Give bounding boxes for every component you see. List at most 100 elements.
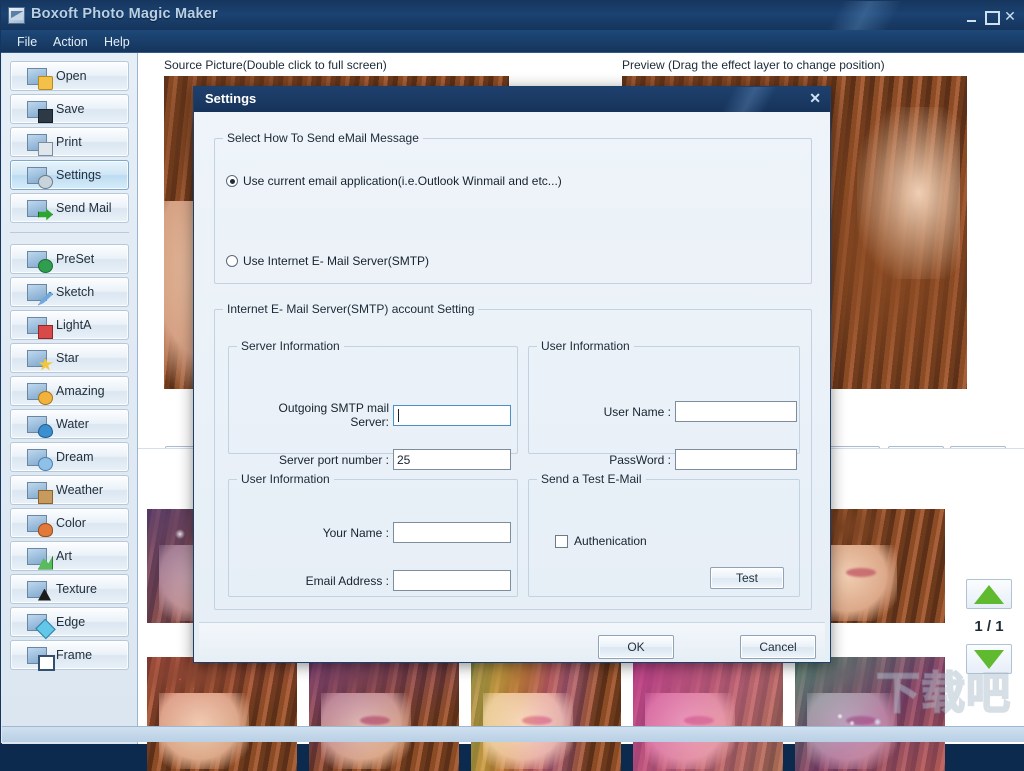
maximize-button[interactable] [984,10,1000,25]
sidebar-divider [10,232,129,233]
dream-icon [27,448,53,471]
application-icon [8,7,25,24]
password-row: PassWord : [543,449,797,470]
radio-use-smtp-server[interactable]: Use Internet E- Mail Server(SMTP) [226,254,429,268]
test-button[interactable]: Test [710,567,784,589]
radio-label: Use current email application(i.e.Outloo… [243,174,562,188]
amazing-face-icon [27,382,53,405]
sidebar-item-sketch[interactable]: Sketch [10,277,129,307]
outgoing-smtp-server-label: Outgoing SMTP mail Server: [278,401,390,429]
menu-item-action[interactable]: Action [47,33,94,51]
close-button[interactable]: ✕ [1003,9,1017,23]
password-input[interactable] [675,449,797,470]
sidebar-item-color[interactable]: Color [10,508,129,538]
server-port-number-label: Server port number : [278,452,389,467]
send-mail-icon [27,199,47,217]
user-name-label: User Name : [603,404,671,419]
sidebar-item-label: Color [56,516,86,530]
thumbnail-item[interactable] [471,657,621,771]
preset-globe-icon [27,250,53,273]
open-folder-icon [27,67,53,90]
sidebar-item-star[interactable]: Star [10,343,129,373]
sidebar-item-label: Art [56,549,72,563]
page-indicator: 1 / 1 [974,618,1004,635]
sidebar-item-preset[interactable]: PreSet [10,244,129,274]
select-send-method-legend: Select How To Send eMail Message [227,131,419,145]
your-name-label: Your Name : [322,525,389,540]
radio-button-icon [226,255,238,267]
outgoing-smtp-server-input[interactable] [393,404,511,426]
page-up-button[interactable] [966,579,1012,609]
cancel-button[interactable]: Cancel [740,635,816,659]
sidebar-item-water[interactable]: Water [10,409,129,439]
dialog-title: Settings [205,91,257,106]
star-icon [27,349,47,367]
status-bar [2,726,1024,742]
sidebar-item-lighta[interactable]: LightA [10,310,129,340]
input-value: 25 [397,452,411,467]
sidebar-item-label: Edge [56,615,86,629]
application-window: Boxoft Photo Magic Maker ✕ File Action H… [0,0,1024,771]
your-name-row: Your Name : [241,522,511,543]
checkbox-icon [555,534,568,548]
sidebar-item-print[interactable]: Print [10,127,129,157]
sidebar-item-frame[interactable]: Frame [10,640,129,671]
sidebar-item-label: Frame [56,648,93,662]
sidebar-item-edge[interactable]: Edge [10,607,129,637]
user-information-legend: User Information [541,339,630,353]
user-information-group-right: User Information User Name : PassWord : [528,339,800,470]
minimize-button[interactable] [965,10,979,23]
sidebar-item-settings[interactable]: Settings [10,160,129,190]
triangle-down-icon [974,650,1004,669]
thumbnail-item[interactable] [147,657,297,771]
preview-image-skin [856,107,961,280]
email-address-input[interactable] [393,570,511,591]
sidebar-item-label: Dream [56,450,94,464]
sidebar-item-weather[interactable]: Weather [10,475,129,505]
sidebar-item-amazing[interactable]: Amazing [10,376,129,406]
radio-button-icon [226,175,238,187]
thumbnail-item[interactable] [633,657,783,771]
radio-use-current-email-app[interactable]: Use current email application(i.e.Outloo… [226,174,562,188]
authenication-checkbox-row[interactable]: Authenication [555,534,647,548]
send-test-email-legend: Send a Test E-Mail [541,472,642,486]
sidebar-item-label: Texture [56,582,97,596]
ok-button[interactable]: OK [598,635,674,659]
sidebar-item-art[interactable]: Art [10,541,129,571]
close-icon[interactable]: ✕ [809,91,821,105]
sidebar-item-label: Star [56,351,79,365]
texture-icon [27,580,47,598]
thumbnail-effect-overlay [309,657,459,771]
thumbnail-effect-overlay [795,657,945,771]
preview-picture-caption: Preview (Drag the effect layer to change… [622,58,885,72]
application-title: Boxoft Photo Magic Maker [31,6,218,22]
sidebar-item-label: LightA [56,318,92,332]
sidebar-item-dream[interactable]: Dream [10,442,129,472]
authenication-label: Authenication [574,534,647,548]
smtp-account-setting-group: Internet E- Mail Server(SMTP) account Se… [214,302,812,610]
user-information-legend: User Information [241,472,330,486]
sidebar-item-texture[interactable]: Texture [10,574,129,604]
menu-item-help[interactable]: Help [98,33,136,51]
your-name-input[interactable] [393,522,511,543]
user-information-group-bottom: User Information Your Name : Email Addre… [228,472,518,597]
user-name-input[interactable] [675,401,797,422]
color-palette-icon [27,514,53,537]
smtp-account-setting-legend: Internet E- Mail Server(SMTP) account Se… [227,302,475,316]
dialog-footer: OK Cancel [199,622,825,659]
server-port-number-input[interactable]: 25 [393,449,511,470]
menu-bar: File Action Help [1,30,1024,53]
dialog-title-bar: Settings ✕ [194,87,830,112]
thumbnail-effect-overlay [471,657,621,771]
sidebar-item-send-mail[interactable]: Send Mail [10,193,129,223]
sidebar-item-save[interactable]: Save [10,94,129,124]
sketch-pencil-icon [27,283,47,301]
sidebar-item-label: Print [56,135,82,149]
page-down-button[interactable] [966,644,1012,674]
menu-item-file[interactable]: File [11,33,43,51]
thumbnail-item[interactable] [795,657,945,771]
sidebar-item-open[interactable]: Open [10,61,129,91]
dialog-body: Select How To Send eMail Message Use cur… [194,112,830,662]
outgoing-smtp-server-row: Outgoing SMTP mail Server: [241,401,511,429]
thumbnail-item[interactable] [309,657,459,771]
